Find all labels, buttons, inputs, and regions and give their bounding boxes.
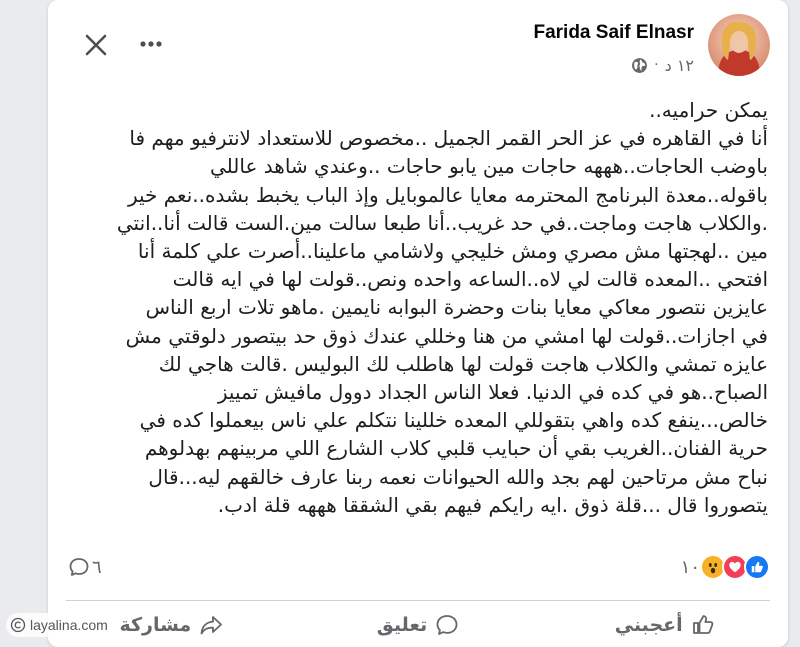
comment-icon xyxy=(436,615,458,635)
profile-photo-icon xyxy=(708,14,770,76)
post-text-line: الصباح..هو في كده في الدنيا. فعلا الناس … xyxy=(217,380,768,405)
post-text-line: في اجازات..قولت لها امشي من هنا وخللي عن… xyxy=(125,323,768,348)
post-text-line: باقوله..معدة البرنامج المحترمه معايا عال… xyxy=(127,182,768,207)
comment-bubble-icon xyxy=(69,558,89,576)
watermark-text: layalina.com xyxy=(30,617,108,633)
post-text-line: خالص...ينفع كده واهي بتقوللي المعده خللي… xyxy=(139,408,768,433)
post-text-line: باوضب الحاجات..هههه حاجات مين يابو حاجات… xyxy=(210,154,768,179)
post-text: يمكن حراميه.. أنا في القاهره في عز الحر … xyxy=(68,96,768,519)
post-header: Farida Saif Elnasr ١٢ د · xyxy=(48,0,788,90)
close-icon[interactable] xyxy=(81,30,111,60)
more-options-icon[interactable] xyxy=(136,34,166,54)
globe-icon[interactable] xyxy=(631,57,648,74)
post-text-line: يتصوروا قال ...قلة ذوق .ايه رايكم فيهم ب… xyxy=(217,492,768,517)
reactions-count: ١٠ xyxy=(680,556,700,578)
post-text-line: عايزين نتصور معاكي معايا بنات وحضرة البو… xyxy=(145,295,768,320)
post-timestamp[interactable]: ١٢ د xyxy=(665,56,694,75)
share-button-label: مشاركة xyxy=(119,614,192,636)
like-button-label: أعجبني xyxy=(614,614,683,636)
comment-button[interactable]: تعليق xyxy=(295,603,542,647)
comments-count-button[interactable]: ٦ xyxy=(68,556,102,578)
post-stats: ٦ ١٠ xyxy=(48,552,788,592)
post-text-line: أنا في القاهره في عز الحر القمر الجميل .… xyxy=(129,126,768,151)
share-arrow-icon xyxy=(200,616,223,635)
comments-count: ٦ xyxy=(92,556,102,578)
post-dialog: Farida Saif Elnasr ١٢ د · يمكن حراميه.. … xyxy=(48,0,788,647)
post-actions-bar: أعجبني تعليق مشاركة xyxy=(48,603,788,647)
avatar[interactable] xyxy=(708,14,770,76)
post-text-line: .والكلاب هاجت وماجت..في حد غريب..أنا طبع… xyxy=(116,210,768,235)
post-text-line: افتحي ..المعده قالت لي لاه..الساعه واحده… xyxy=(172,267,768,292)
actions-divider xyxy=(66,600,770,601)
thumbs-up-icon xyxy=(692,615,713,634)
author-name[interactable]: Farida Saif Elnasr xyxy=(533,22,694,44)
copyright-icon xyxy=(10,617,26,633)
post-text-line: عايزه تمشي والكلاب هاجت قولت لها هاطلب ل… xyxy=(158,351,768,376)
more-options-button[interactable] xyxy=(136,34,166,54)
post-text-line: مين ..لهجتها مش مصري ومش خليجي ولاشامي م… xyxy=(137,239,768,264)
post-text-line: حرية الفنان..الغريب بقي أن حبايب قلبي كل… xyxy=(144,436,768,461)
post-meta: ١٢ د · xyxy=(631,54,694,76)
meta-separator: · xyxy=(654,57,659,73)
post-text-line: يمكن حراميه.. xyxy=(649,98,768,122)
comment-button-label: تعليق xyxy=(376,614,428,636)
close-button[interactable] xyxy=(81,30,111,60)
like-reaction-icon xyxy=(744,554,770,580)
reactions-summary[interactable]: ١٠ xyxy=(677,554,770,580)
post-text-line: نباح مش مرتاحين لهم بجد والله الحيوانات … xyxy=(148,464,768,489)
watermark: layalina.com xyxy=(6,613,116,637)
like-button[interactable]: أعجبني xyxy=(541,603,788,647)
